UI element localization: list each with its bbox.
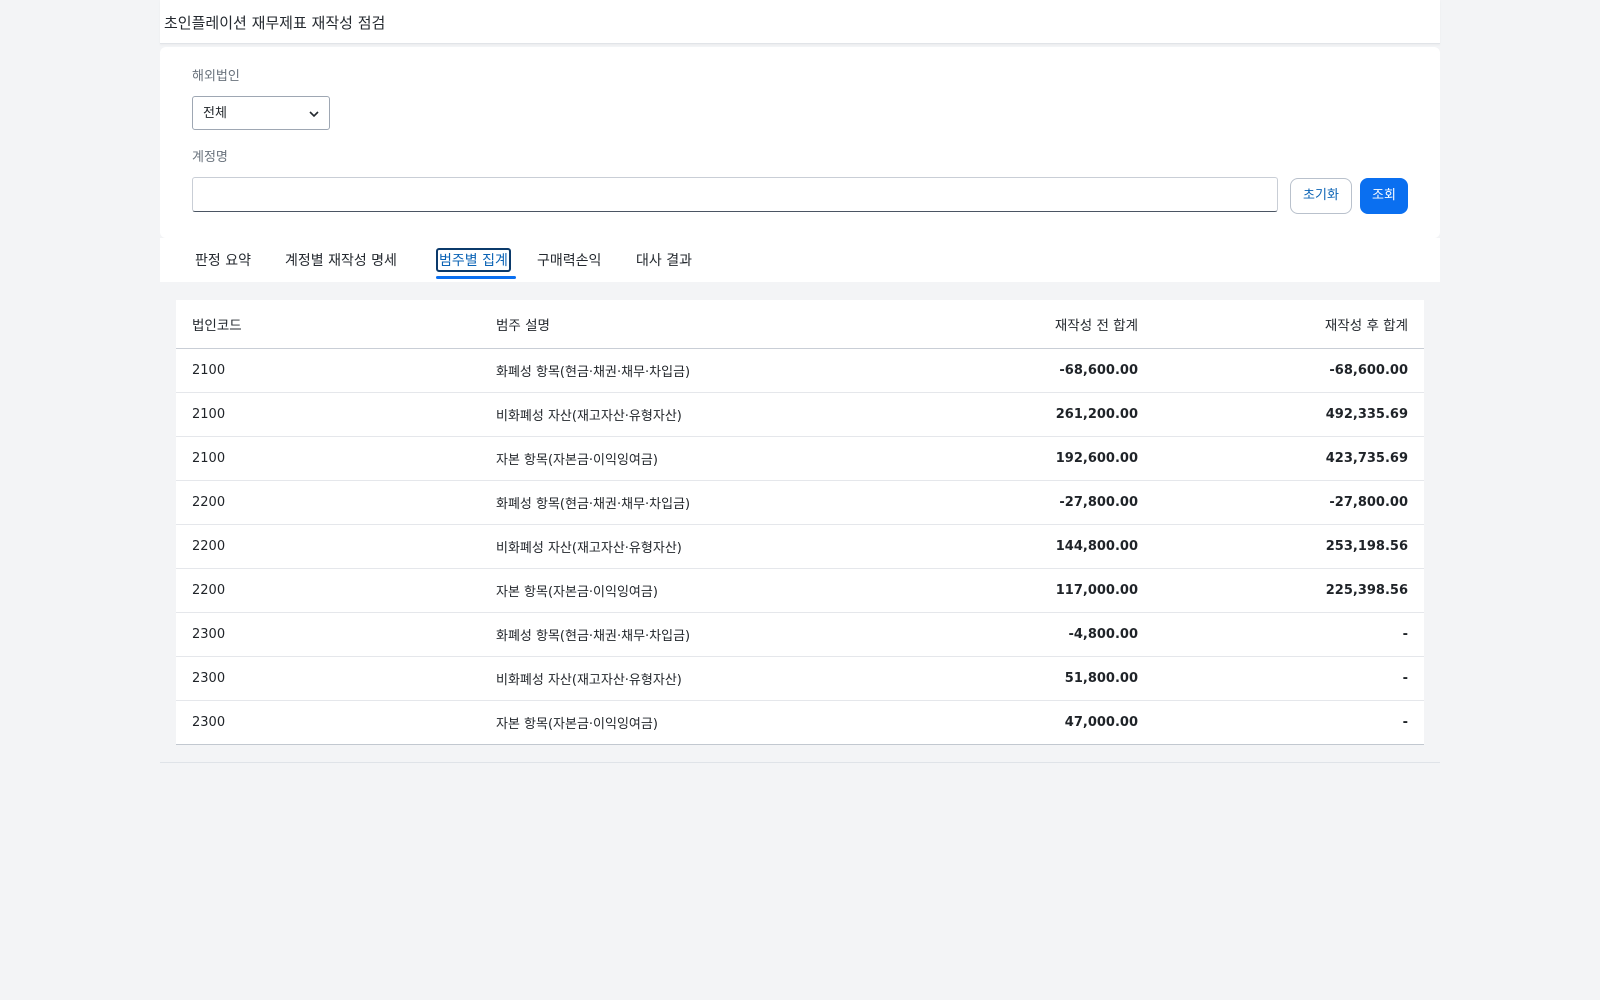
header-category-desc[interactable]: 범주 설명 (480, 300, 852, 349)
tab-account-detail[interactable]: 계정별 재작성 명세 (282, 248, 400, 272)
table-row[interactable]: 2300 비화폐성 자산(재고자산·유형자산) 51,800.00- (176, 656, 1424, 701)
cell-after-total: 225,398.56 (1154, 568, 1424, 613)
cell-after-total: -27,800.00 (1154, 480, 1424, 525)
cell-after-total: 253,198.56 (1154, 524, 1424, 569)
cell-entity-code: 2100 (176, 348, 480, 393)
cell-entity-code: 2300 (176, 656, 480, 701)
cell-entity-code: 2200 (176, 480, 480, 525)
cell-category-desc: 자본 항목(자본금·이익잉여금) (480, 568, 852, 613)
cell-before-total: 192,600.00 (852, 436, 1154, 481)
cell-entity-code: 2300 (176, 700, 480, 745)
header-after-total[interactable]: 재작성 후 합계 (1154, 300, 1424, 349)
table-row[interactable]: 2300 화폐성 항목(현금·채권·채무·차입금) -4,800.00- (176, 612, 1424, 657)
tab-bar: 판정 요약 계정별 재작성 명세 범주별 집계 구매력손익 대사 결과 (160, 238, 1440, 283)
cell-category-desc: 화폐성 항목(현금·채권·채무·차입금) (480, 480, 852, 525)
table-row[interactable]: 2100 화폐성 항목(현금·채권·채무·차입금) -68,600.00 -68,60… (176, 348, 1424, 393)
cell-entity-code: 2300 (176, 612, 480, 657)
tab-reconciliation[interactable]: 대사 결과 (633, 248, 695, 272)
chevron-down-icon (309, 111, 319, 118)
app-shell: 초인플레이션 재무제표 재작성 점검 해외법인 전체 계정명 초기화 조회 판정… (160, 0, 1440, 1000)
cell-after-total: - (1154, 656, 1424, 701)
cell-category-desc: 비화폐성 자산(재고자산·유형자산) (480, 392, 852, 437)
cell-before-total: 144,800.00 (852, 524, 1154, 569)
active-tab-indicator (436, 276, 516, 279)
cell-entity-code: 2100 (176, 392, 480, 437)
filter-panel: 해외법인 전체 계정명 초기화 조회 (160, 47, 1440, 238)
cell-before-total: 51,800.00 (852, 656, 1154, 701)
cell-entity-code: 2200 (176, 568, 480, 613)
tab-summary[interactable]: 판정 요약 (192, 248, 254, 272)
cell-category-desc: 화폐성 항목(현금·채권·채무·차입금) (480, 348, 852, 393)
table-row[interactable]: 2100 비화폐성 자산(재고자산·유형자산) 261,200.00 492,335.… (176, 392, 1424, 437)
cell-after-total: 423,735.69 (1154, 436, 1424, 481)
category-summary-table: 법인코드 범주 설명 재작성 전 합계 재작성 후 합계 2100 화폐성 항목(… (176, 300, 1424, 745)
entity-select-value: 전체 (203, 106, 227, 121)
tab-purchasing-power[interactable]: 구매력손익 (534, 248, 604, 272)
title-bar: 초인플레이션 재무제표 재작성 점검 (160, 0, 1440, 44)
table-row[interactable]: 2200 화폐성 항목(현금·채권·채무·차입금) -27,800.00 -27,80… (176, 480, 1424, 525)
cell-before-total: 47,000.00 (852, 700, 1154, 745)
cell-before-total: 117,000.00 (852, 568, 1154, 613)
cell-category-desc: 비화폐성 자산(재고자산·유형자산) (480, 524, 852, 569)
cell-after-total: -68,600.00 (1154, 348, 1424, 393)
table-row[interactable]: 2200 비화폐성 자산(재고자산·유형자산) 144,800.00 253,198.… (176, 524, 1424, 569)
cell-category-desc: 자본 항목(자본금·이익잉여금) (480, 700, 852, 745)
search-button[interactable]: 조회 (1360, 178, 1408, 214)
reset-button[interactable]: 초기화 (1290, 178, 1352, 214)
cell-entity-code: 2200 (176, 524, 480, 569)
page-title: 초인플레이션 재무제표 재작성 점검 (164, 14, 386, 32)
cell-category-desc: 자본 항목(자본금·이익잉여금) (480, 436, 852, 481)
content-panel: 법인코드 범주 설명 재작성 전 합계 재작성 후 합계 2100 화폐성 항목(… (160, 282, 1440, 763)
header-entity-code[interactable]: 법인코드 (176, 300, 480, 349)
table-row[interactable]: 2200 자본 항목(자본금·이익잉여금) 117,000.00 225,398.56 (176, 568, 1424, 613)
cell-before-total: -68,600.00 (852, 348, 1154, 393)
cell-before-total: -27,800.00 (852, 480, 1154, 525)
cell-entity-code: 2100 (176, 436, 480, 481)
cell-after-total: 492,335.69 (1154, 392, 1424, 437)
cell-before-total: -4,800.00 (852, 612, 1154, 657)
cell-after-total: - (1154, 612, 1424, 657)
cell-before-total: 261,200.00 (852, 392, 1154, 437)
table-row[interactable]: 2300 자본 항목(자본금·이익잉여금) 47,000.00- (176, 700, 1424, 745)
tab-category-summary[interactable]: 범주별 집계 (436, 248, 511, 272)
cell-after-total: - (1154, 700, 1424, 745)
account-name-input[interactable] (192, 177, 1278, 212)
entity-select[interactable]: 전체 (192, 96, 330, 130)
entity-label: 해외법인 (192, 69, 240, 84)
table-header-row: 법인코드 범주 설명 재작성 전 합계 재작성 후 합계 (176, 300, 1424, 349)
header-before-total[interactable]: 재작성 전 합계 (852, 300, 1154, 349)
cell-category-desc: 비화폐성 자산(재고자산·유형자산) (480, 656, 852, 701)
cell-category-desc: 화폐성 항목(현금·채권·채무·차입금) (480, 612, 852, 657)
table-row[interactable]: 2100 자본 항목(자본금·이익잉여금) 192,600.00 423,735.69 (176, 436, 1424, 481)
account-label: 계정명 (192, 150, 228, 165)
